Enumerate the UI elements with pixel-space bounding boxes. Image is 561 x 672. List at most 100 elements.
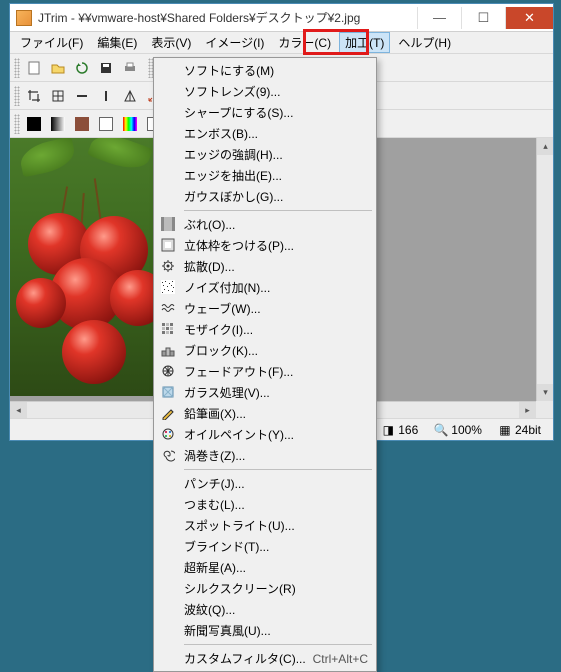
- status-dim-value: 166: [398, 423, 418, 437]
- new-button[interactable]: [23, 57, 45, 79]
- menu-option-label: エンボス(B)...: [184, 125, 258, 142]
- menu-item-1[interactable]: 編集(E): [91, 32, 143, 53]
- menu-option[interactable]: フェードアウト(F)...: [156, 361, 374, 382]
- pencil-icon: [160, 405, 176, 421]
- scroll-corner: [536, 401, 553, 418]
- menu-option[interactable]: つまむ(L)...: [156, 494, 374, 515]
- close-button[interactable]: ✕: [505, 7, 553, 29]
- tool-button[interactable]: [95, 85, 117, 107]
- menu-option[interactable]: シルクスクリーン(R): [156, 578, 374, 599]
- menu-option-label: ソフトにする(M): [184, 62, 274, 79]
- menu-item-5[interactable]: 加工(T): [339, 32, 390, 53]
- menu-option-label: スポットライト(U)...: [184, 517, 295, 534]
- menu-option[interactable]: 新聞写真風(U)...: [156, 620, 374, 641]
- menu-option[interactable]: ソフトにする(M): [156, 60, 374, 81]
- block-icon: [160, 342, 176, 358]
- menu-option[interactable]: ガウスぼかし(G)...: [156, 186, 374, 207]
- resize-button[interactable]: [47, 85, 69, 107]
- swatch-gradient[interactable]: [47, 113, 69, 135]
- menu-option[interactable]: 拡散(D)...: [156, 256, 374, 277]
- swatch-outline[interactable]: [95, 113, 117, 135]
- tool-button[interactable]: [71, 85, 93, 107]
- noise-icon: [160, 279, 176, 295]
- status-zoom-value: 100%: [451, 423, 482, 437]
- menu-option-label: シルクスクリーン(R): [184, 580, 296, 597]
- menu-option[interactable]: シャープにする(S)...: [156, 102, 374, 123]
- menu-item-2[interactable]: 表示(V): [145, 32, 197, 53]
- menu-option[interactable]: ガラス処理(V)...: [156, 382, 374, 403]
- ruler-icon: ◨: [381, 423, 395, 437]
- swatch-black[interactable]: [23, 113, 45, 135]
- menu-option[interactable]: カスタムフィルタ(C)...Ctrl+Alt+C: [156, 648, 374, 669]
- menu-item-0[interactable]: ファイル(F): [14, 32, 89, 53]
- menu-option[interactable]: ウェーブ(W)...: [156, 298, 374, 319]
- menu-option-label: ソフトレンズ(9)...: [184, 83, 280, 100]
- menu-bar: ファイル(F)編集(E)表示(V)イメージ(I)カラー(C)加工(T)ヘルプ(H…: [10, 32, 553, 54]
- menu-option[interactable]: ソフトレンズ(9)...: [156, 81, 374, 102]
- maximize-button[interactable]: ☐: [461, 7, 505, 29]
- menu-option-label: 鉛筆画(X)...: [184, 405, 246, 422]
- flip-button[interactable]: [119, 85, 141, 107]
- menu-option-label: つまむ(L)...: [184, 496, 245, 513]
- scroll-left-button[interactable]: ◂: [10, 402, 27, 418]
- menu-option[interactable]: 波紋(Q)...: [156, 599, 374, 620]
- dropdown-menu: ソフトにする(M) ソフトレンズ(9)... シャープにする(S)... エンボス(B…: [153, 57, 377, 672]
- mosaic-icon: [160, 321, 176, 337]
- menu-option[interactable]: エッジを抽出(E)...: [156, 165, 374, 186]
- menu-separator: [184, 644, 372, 645]
- menu-separator: [184, 469, 372, 470]
- scroll-right-button[interactable]: ▸: [519, 402, 536, 418]
- status-depth-value: 24bit: [515, 423, 541, 437]
- menu-item-4[interactable]: カラー(C): [272, 32, 337, 53]
- menu-option-label: ウェーブ(W)...: [184, 300, 261, 317]
- menu-option[interactable]: 立体枠をつける(P)...: [156, 235, 374, 256]
- menu-option[interactable]: 鉛筆画(X)...: [156, 403, 374, 424]
- swatch-brown[interactable]: [71, 113, 93, 135]
- refresh-button[interactable]: [71, 57, 93, 79]
- menu-option-label: ブラインド(T)...: [184, 538, 269, 555]
- menu-option-label: 立体枠をつける(P)...: [184, 237, 294, 254]
- scroll-down-button[interactable]: ▾: [537, 384, 553, 401]
- save-button[interactable]: [95, 57, 117, 79]
- menu-option[interactable]: ブロック(K)...: [156, 340, 374, 361]
- menu-option-label: オイルペイント(Y)...: [184, 426, 294, 443]
- menu-option-label: シャープにする(S)...: [184, 104, 293, 121]
- print-button[interactable]: [119, 57, 141, 79]
- menu-option-label: ブロック(K)...: [184, 342, 258, 359]
- menu-option-label: カスタムフィルタ(C)...: [184, 650, 306, 667]
- menu-option-label: 渦巻き(Z)...: [184, 447, 245, 464]
- menu-item-6[interactable]: ヘルプ(H): [392, 32, 457, 53]
- spiral-icon: [160, 447, 176, 463]
- menu-option[interactable]: モザイク(I)...: [156, 319, 374, 340]
- crop-button[interactable]: [23, 85, 45, 107]
- menu-option[interactable]: オイルペイント(Y)...: [156, 424, 374, 445]
- status-zoom: 🔍 100%: [428, 423, 488, 437]
- menu-option-label: フェードアウト(F)...: [184, 363, 293, 380]
- menu-option-label: モザイク(I)...: [184, 321, 253, 338]
- blur-icon: [160, 216, 176, 232]
- magnifier-icon: 🔍: [434, 423, 448, 437]
- vertical-scrollbar[interactable]: ▴ ▾: [536, 138, 553, 401]
- image-preview[interactable]: [10, 138, 162, 396]
- scroll-up-button[interactable]: ▴: [537, 138, 553, 155]
- grid-icon: ▦: [498, 423, 512, 437]
- swatch-rainbow[interactable]: [119, 113, 141, 135]
- menu-option-label: エッジの強調(H)...: [184, 146, 283, 163]
- fade-icon: [160, 363, 176, 379]
- menu-option[interactable]: ぶれ(O)...: [156, 214, 374, 235]
- menu-option[interactable]: エッジの強調(H)...: [156, 144, 374, 165]
- menu-option[interactable]: 超新星(A)...: [156, 557, 374, 578]
- menu-option-label: 新聞写真風(U)...: [184, 622, 271, 639]
- menu-option[interactable]: スポットライト(U)...: [156, 515, 374, 536]
- toolbar-grip: [14, 58, 20, 78]
- menu-option[interactable]: 渦巻き(Z)...: [156, 445, 374, 466]
- menu-option[interactable]: ノイズ付加(N)...: [156, 277, 374, 298]
- minimize-button[interactable]: —: [417, 7, 461, 29]
- open-button[interactable]: [47, 57, 69, 79]
- menu-option[interactable]: パンチ(J)...: [156, 473, 374, 494]
- menu-option[interactable]: ブラインド(T)...: [156, 536, 374, 557]
- menu-option-label: 拡散(D)...: [184, 258, 235, 275]
- menu-option[interactable]: エンボス(B)...: [156, 123, 374, 144]
- menu-item-3[interactable]: イメージ(I): [199, 32, 270, 53]
- status-color-depth: ▦ 24bit: [492, 423, 547, 437]
